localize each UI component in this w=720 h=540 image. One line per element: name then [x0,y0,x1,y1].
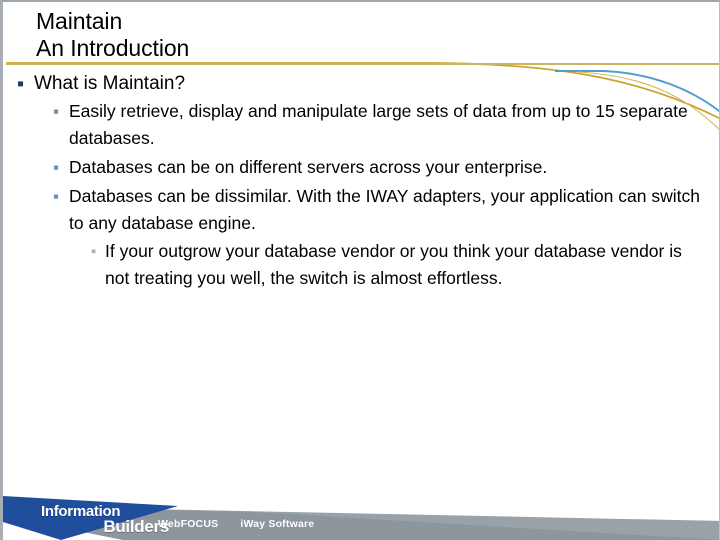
title-line-2: An Introduction [36,35,190,61]
bullet-square-icon: ▪ [53,187,60,206]
bullet-square-icon: ▪ [17,73,25,95]
bullet-text: If your outgrow your database vendor or … [105,241,682,288]
bullet-item-level2: ▪ Easily retrieve, display and manipulat… [53,98,717,152]
bullet-text: What is Maintain? [34,73,186,94]
slide-body: ▪ What is Maintain? ▪ Easily retrieve, d… [17,72,717,292]
brand-webfocus: WebFOCUS [158,518,219,530]
bullet-item-level2: ▪ Databases can be dissimilar. With the … [53,183,717,237]
bullet-square-icon: ▪ [91,243,97,260]
bullet-square-icon: ▪ [53,102,60,121]
title-divider-rule [6,63,719,65]
brand-iway: iWay Software [240,518,315,530]
bullet-text: Easily retrieve, display and manipulate … [69,101,688,148]
bullet-text: Databases can be on different servers ac… [69,157,548,177]
bullet-item-level1: ▪ What is Maintain? [17,72,717,96]
title-line-1: Maintain [36,8,123,34]
information-builders-logo: Information Builders [41,504,171,536]
footer-brand-row: WebFOCUS iWay Software [158,518,336,530]
bullet-item-level2: ▪ Databases can be on different servers … [53,154,717,181]
logo-line-2: Builders [103,517,169,536]
bullet-item-level3: ▪ If your outgrow your database vendor o… [91,238,717,292]
bullet-text: Databases can be dissimilar. With the IW… [69,186,700,233]
presentation-slide: Maintain An Introduction ▪ What is Maint… [0,0,720,540]
bullet-square-icon: ▪ [53,158,60,177]
slide-title: Maintain An Introduction [36,8,576,62]
